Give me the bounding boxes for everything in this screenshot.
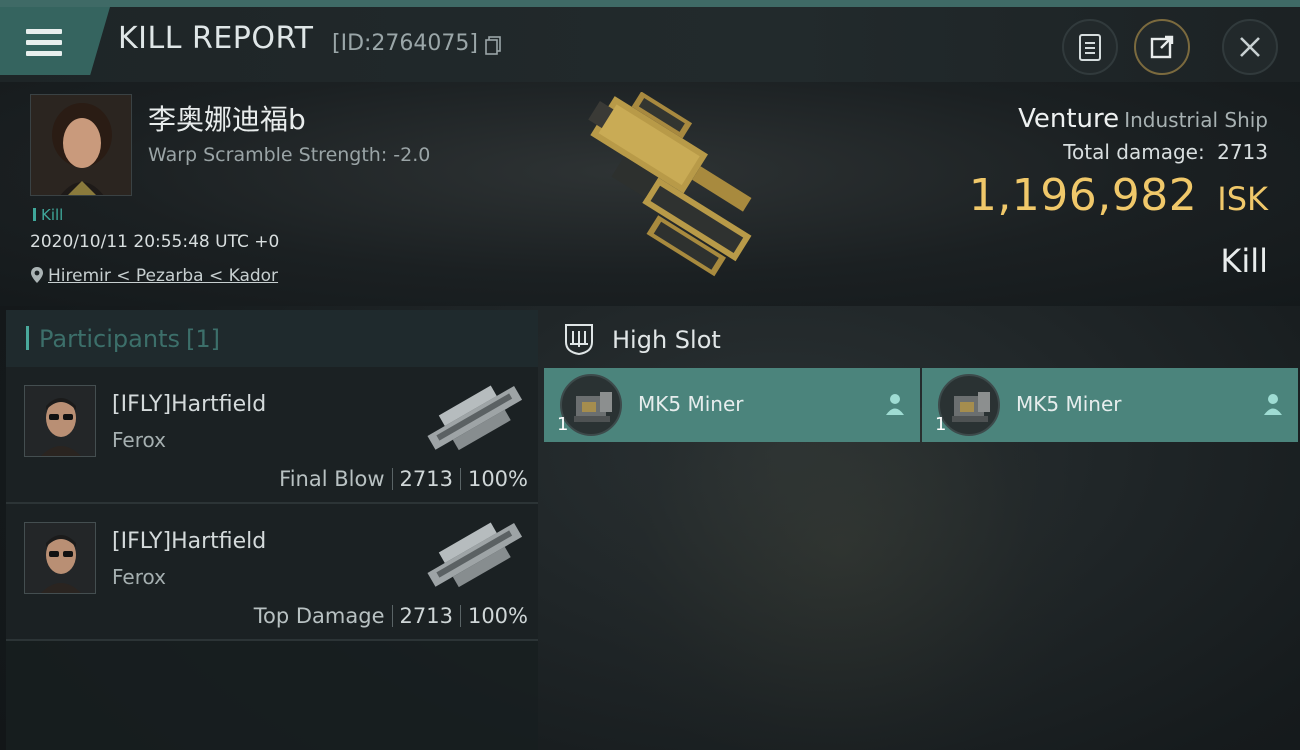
participant-avatar[interactable] xyxy=(24,385,96,457)
participant-avatar[interactable] xyxy=(24,522,96,594)
participant-percent: 100% xyxy=(467,467,528,491)
participant-damage: 2713 xyxy=(399,467,453,491)
participants-title: Participants xyxy=(39,325,180,353)
high-slot-title: High Slot xyxy=(612,326,721,354)
header-bar: KILL REPORT [ID:2764075] xyxy=(0,7,1300,82)
ship-info: Venture Industrial Ship Total damage: 27… xyxy=(969,104,1268,221)
participant-stats: Final Blow 2713 100% xyxy=(279,467,528,491)
module-name: MK5 Miner xyxy=(1016,392,1122,416)
location-link[interactable]: Hiremir < Pezarba < Kador xyxy=(48,266,278,286)
menu-button[interactable] xyxy=(0,7,110,75)
kill-tag: Kill xyxy=(33,206,63,224)
mining-laser-icon xyxy=(938,374,1000,436)
high-slot-panel: High Slot 1 MK5 Miner 1 MK5 Miner xyxy=(544,310,1300,750)
share-button[interactable] xyxy=(1134,19,1190,75)
total-damage: Total damage: 2713 xyxy=(969,140,1268,164)
share-icon xyxy=(1150,35,1174,59)
close-button[interactable] xyxy=(1222,19,1278,75)
module-item[interactable]: 1 MK5 Miner xyxy=(544,368,920,442)
warp-scramble-strength: Warp Scramble Strength: -2.0 xyxy=(148,144,431,166)
isk-value: 1,196,982 xyxy=(968,170,1198,221)
victim-name: 李奥娜迪福b xyxy=(148,103,306,136)
close-icon xyxy=(1240,37,1260,57)
participant-row[interactable]: [IFLY]Hartfield Ferox Top Damage 2713 100% xyxy=(6,504,538,641)
participants-panel: Participants [1] [IFLY]Hartfield Ferox F… xyxy=(6,310,538,750)
participant-ship-image xyxy=(427,385,523,451)
menu-icon xyxy=(26,29,62,57)
participant-role: Top Damage xyxy=(253,604,385,628)
person-icon[interactable] xyxy=(1262,392,1284,416)
module-quantity: 1 xyxy=(557,414,569,435)
participant-damage: 2713 xyxy=(399,604,453,628)
victim-portrait[interactable] xyxy=(30,94,132,196)
copy-icon[interactable] xyxy=(484,35,504,55)
total-damage-value: 2713 xyxy=(1217,140,1268,164)
person-icon[interactable] xyxy=(884,392,906,416)
participant-role: Final Blow xyxy=(279,467,385,491)
report-id: [ID:2764075] xyxy=(332,31,478,56)
participant-ship-image xyxy=(427,522,523,588)
high-slot-icon xyxy=(565,324,593,356)
participant-ship: Ferox xyxy=(112,565,166,589)
location-pin-icon xyxy=(31,267,43,283)
kill-datetime: 2020/10/11 20:55:48 UTC +0 xyxy=(30,232,280,252)
victim-panel: 李奥娜迪福b Warp Scramble Strength: -2.0 Kill… xyxy=(0,82,1300,306)
page-title: KILL REPORT xyxy=(118,21,314,56)
module-item[interactable]: 1 MK5 Miner xyxy=(922,368,1298,442)
mining-laser-icon xyxy=(560,374,622,436)
participant-name: [IFLY]Hartfield xyxy=(112,392,267,417)
participant-percent: 100% xyxy=(467,604,528,628)
module-name: MK5 Miner xyxy=(638,392,744,416)
total-damage-label: Total damage: xyxy=(1063,140,1205,164)
kill-tag-label: Kill xyxy=(41,206,64,224)
participant-row[interactable]: [IFLY]Hartfield Ferox Final Blow 2713 100% xyxy=(6,367,538,504)
participant-name: [IFLY]Hartfield xyxy=(112,529,267,554)
kill-location[interactable]: Hiremir < Pezarba < Kador xyxy=(30,266,278,286)
module-quantity: 1 xyxy=(935,414,947,435)
ship-name[interactable]: Venture xyxy=(1018,104,1119,134)
ship-class: Industrial Ship xyxy=(1124,108,1268,132)
victim-ship-image xyxy=(588,92,752,277)
notes-icon xyxy=(1079,34,1101,61)
notes-button[interactable] xyxy=(1062,19,1118,75)
isk-value-row: 1,196,982 ISK xyxy=(969,170,1268,221)
top-accent-line xyxy=(0,0,1300,7)
isk-unit: ISK xyxy=(1217,180,1268,218)
participants-header: Participants [1] xyxy=(6,310,538,367)
participants-count: [1] xyxy=(185,325,220,353)
result-label: Kill xyxy=(1220,242,1268,280)
high-slot-header: High Slot xyxy=(544,310,1300,368)
participant-ship: Ferox xyxy=(112,428,166,452)
participant-stats: Top Damage 2713 100% xyxy=(254,604,528,628)
